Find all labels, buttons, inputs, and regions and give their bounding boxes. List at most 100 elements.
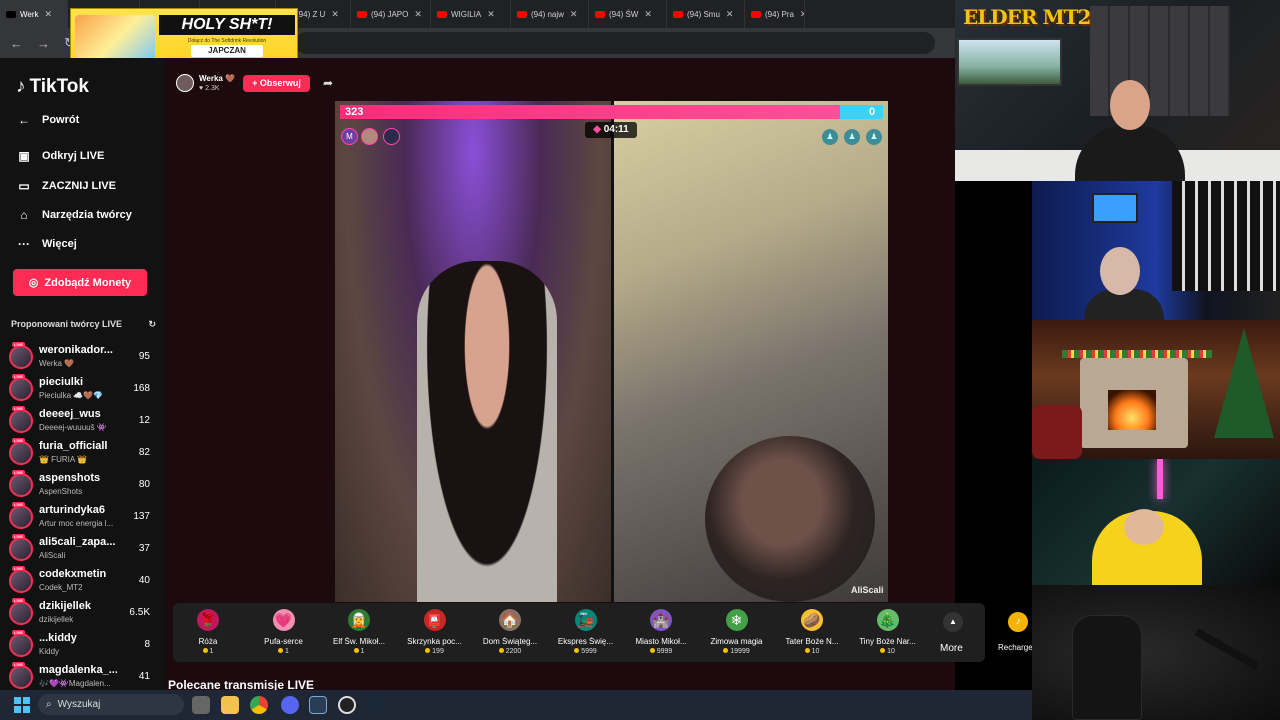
creator-viewer-count: 40 [138, 575, 150, 586]
close-tab-icon[interactable]: ✕ [570, 9, 578, 20]
tiny-elf-icon: 🎄 [876, 609, 899, 631]
browser-tab[interactable]: (94) Pra ✕ [745, 0, 805, 28]
tiktok-logo[interactable]: ♪ TikTok [16, 76, 89, 98]
live-badge: LIVE [12, 438, 25, 443]
suggested-creator[interactable]: LIVE dzikijellek dzikijellek 6.5K [9, 598, 154, 628]
gift-item[interactable]: 🧝 Elf Św. Mikoł... 1 [325, 609, 393, 655]
striped-wall [1172, 181, 1280, 291]
streamer-name[interactable]: Werka 🤎 [199, 74, 235, 83]
house-icon: 🏠 [499, 609, 521, 631]
close-tab-icon[interactable]: ✕ [45, 9, 53, 20]
camera-icon: ▭ [18, 179, 30, 193]
discord-icon[interactable] [281, 696, 299, 714]
battle-video[interactable]: 323 0 ◆ 04:11 M ♟ ♟ ♟ AliScali [335, 101, 888, 602]
ellipsis-icon: ··· [18, 237, 30, 251]
close-tab-icon[interactable]: ✕ [487, 9, 495, 20]
empty-seat-icon[interactable]: ♟ [822, 129, 838, 145]
gift-name: Miasto Mikoł... [635, 637, 687, 646]
close-tab-icon[interactable]: ✕ [800, 9, 804, 20]
suggested-creator[interactable]: LIVE pieciulki Pieciulka ☁️🤎💎 168 [9, 374, 154, 404]
file-explorer-icon[interactable] [221, 696, 239, 714]
gift-item[interactable]: ❄ Zimowa magia 19999 [703, 609, 771, 655]
browser-tab[interactable]: (94) ŚW ✕ [589, 0, 667, 28]
gift-item[interactable]: 🎄 Tiny Boże Nar... 10 [854, 609, 922, 655]
gift-item[interactable]: 📮 Skrzynka poc... 199 [401, 609, 469, 655]
creator-subtitle: Kiddy [39, 647, 60, 656]
nav-back[interactable]: ← Powrót [16, 113, 79, 127]
task-view-icon[interactable] [192, 696, 210, 714]
browser-tab-label: (94) ŚW [609, 9, 639, 19]
nav-more[interactable]: ··· Więcej [16, 237, 77, 251]
streamer-avatar[interactable] [176, 74, 194, 92]
suggested-creator[interactable]: LIVE codekxmetin Codek_MT2 40 [9, 566, 154, 596]
suggested-creator[interactable]: LIVE ali5cali_zapa... AliScali 37 [9, 534, 154, 564]
chevron-up-icon[interactable]: ▲ [943, 612, 963, 632]
live-badge: LIVE [12, 502, 25, 507]
share-icon[interactable]: ➦ [323, 76, 333, 90]
chrome-icon[interactable] [250, 696, 268, 714]
forward-arrow-icon[interactable]: → [37, 36, 50, 51]
creator-name: magdalenka_... [39, 664, 117, 676]
browser-tab[interactable]: (94) Smu ✕ [667, 0, 745, 28]
gift-item[interactable]: 💗 Pufa-serce 1 [250, 609, 318, 655]
suggested-creator[interactable]: LIVE furia_officiall 👑 FURIA 👑 82 [9, 438, 154, 468]
tiktok-favicon-icon [6, 10, 16, 18]
gift-item[interactable]: 🌹 Róża 1 [174, 609, 242, 655]
windows-start-icon[interactable] [14, 697, 30, 713]
browser-tab[interactable]: (94) najw ✕ [511, 0, 589, 28]
webcam-3 [1032, 320, 1280, 459]
creator-subtitle: dzikijellek [39, 615, 74, 624]
browser-tab[interactable]: (94) JAPO ✕ [351, 0, 431, 28]
nav-creator-tools[interactable]: ⌂ Narzędzia twórcy [16, 208, 132, 222]
empty-seat-icon[interactable]: ♟ [866, 129, 882, 145]
follow-button[interactable]: + Obserwuj [243, 75, 310, 92]
ad-subtitle: Dołącz do The Softdrink Revolution [187, 38, 267, 44]
armchair [1032, 405, 1082, 459]
suggested-creator[interactable]: LIVE magdalenka_... 🎶💜👾Magdalen... 41 [9, 662, 154, 692]
creator-name: ali5cali_zapa... [39, 536, 116, 548]
gaming-chair [1072, 615, 1142, 720]
creator-avatar [9, 377, 33, 401]
gift-item[interactable]: 🚂 Ekspres Świę... 5999 [552, 609, 620, 655]
person-head [1124, 509, 1164, 545]
top-gifter-avatar[interactable]: M [341, 128, 358, 145]
close-tab-icon[interactable]: ✕ [644, 9, 652, 20]
suggested-creator[interactable]: LIVE arturindyka6 Artur moc energia l... 13… [9, 502, 154, 532]
nav-start-live[interactable]: ▭ ZACZNIJ LIVE [16, 179, 116, 193]
live-badge: LIVE [12, 406, 25, 411]
close-tab-icon[interactable]: ✕ [414, 9, 422, 20]
browser-tab[interactable]: Werk ✕ [0, 0, 68, 28]
top-gifter-avatar[interactable] [383, 128, 400, 145]
address-bar[interactable] [295, 32, 935, 54]
taskbar-search[interactable]: ⌕ Wyszukaj [38, 694, 184, 715]
back-arrow-icon[interactable]: ← [10, 36, 23, 51]
suggested-creator[interactable]: LIVE ...kiddy Kiddy 8 [9, 630, 154, 660]
gift-item[interactable]: 🏠 Dom Świąteg... 2200 [476, 609, 544, 655]
obs-icon[interactable] [338, 696, 356, 714]
suggested-creator[interactable]: LIVE weronikador... Werka 🤎 95 [9, 342, 154, 372]
close-tab-icon[interactable]: ✕ [331, 9, 339, 20]
empty-seat-icon[interactable]: ♟ [844, 129, 860, 145]
close-tab-icon[interactable]: ✕ [726, 9, 734, 20]
app-icon[interactable] [309, 696, 327, 714]
refresh-icon[interactable]: ↻ [148, 319, 156, 330]
person-head [1110, 80, 1150, 130]
live-badge: LIVE [12, 630, 25, 635]
creator-viewer-count: 41 [138, 671, 150, 682]
recharge-label[interactable]: Recharge [998, 643, 1033, 652]
steam-icon[interactable] [367, 696, 385, 714]
suggested-creator[interactable]: LIVE deeeej_wus Deeeej-wuuuuš 👾 12 [9, 406, 154, 436]
gift-item[interactable]: 🏰 Miasto Mikoł... 9999 [627, 609, 695, 655]
suggested-creator[interactable]: LIVE aspenshots AspenShots 80 [9, 470, 154, 500]
browser-tab-label: (94) JAPO [371, 9, 409, 19]
taskbar-search-placeholder: Wyszukaj [57, 699, 101, 710]
creator-viewer-count: 6.5K [129, 607, 150, 618]
gift-item[interactable]: 🥔 Tater Boże N... 10 [778, 609, 846, 655]
nav-discover-live[interactable]: ▣ Odkryj LIVE [16, 149, 104, 163]
person-head [1100, 247, 1140, 295]
coin-recharge-icon[interactable]: ♪ [1008, 612, 1028, 632]
top-gifter-avatar[interactable] [361, 128, 378, 145]
get-coins-button[interactable]: ◎ Zdobądź Monety [13, 269, 147, 296]
gift-more-label[interactable]: More [940, 643, 963, 654]
browser-tab[interactable]: WIGILIA ✕ [431, 0, 511, 28]
